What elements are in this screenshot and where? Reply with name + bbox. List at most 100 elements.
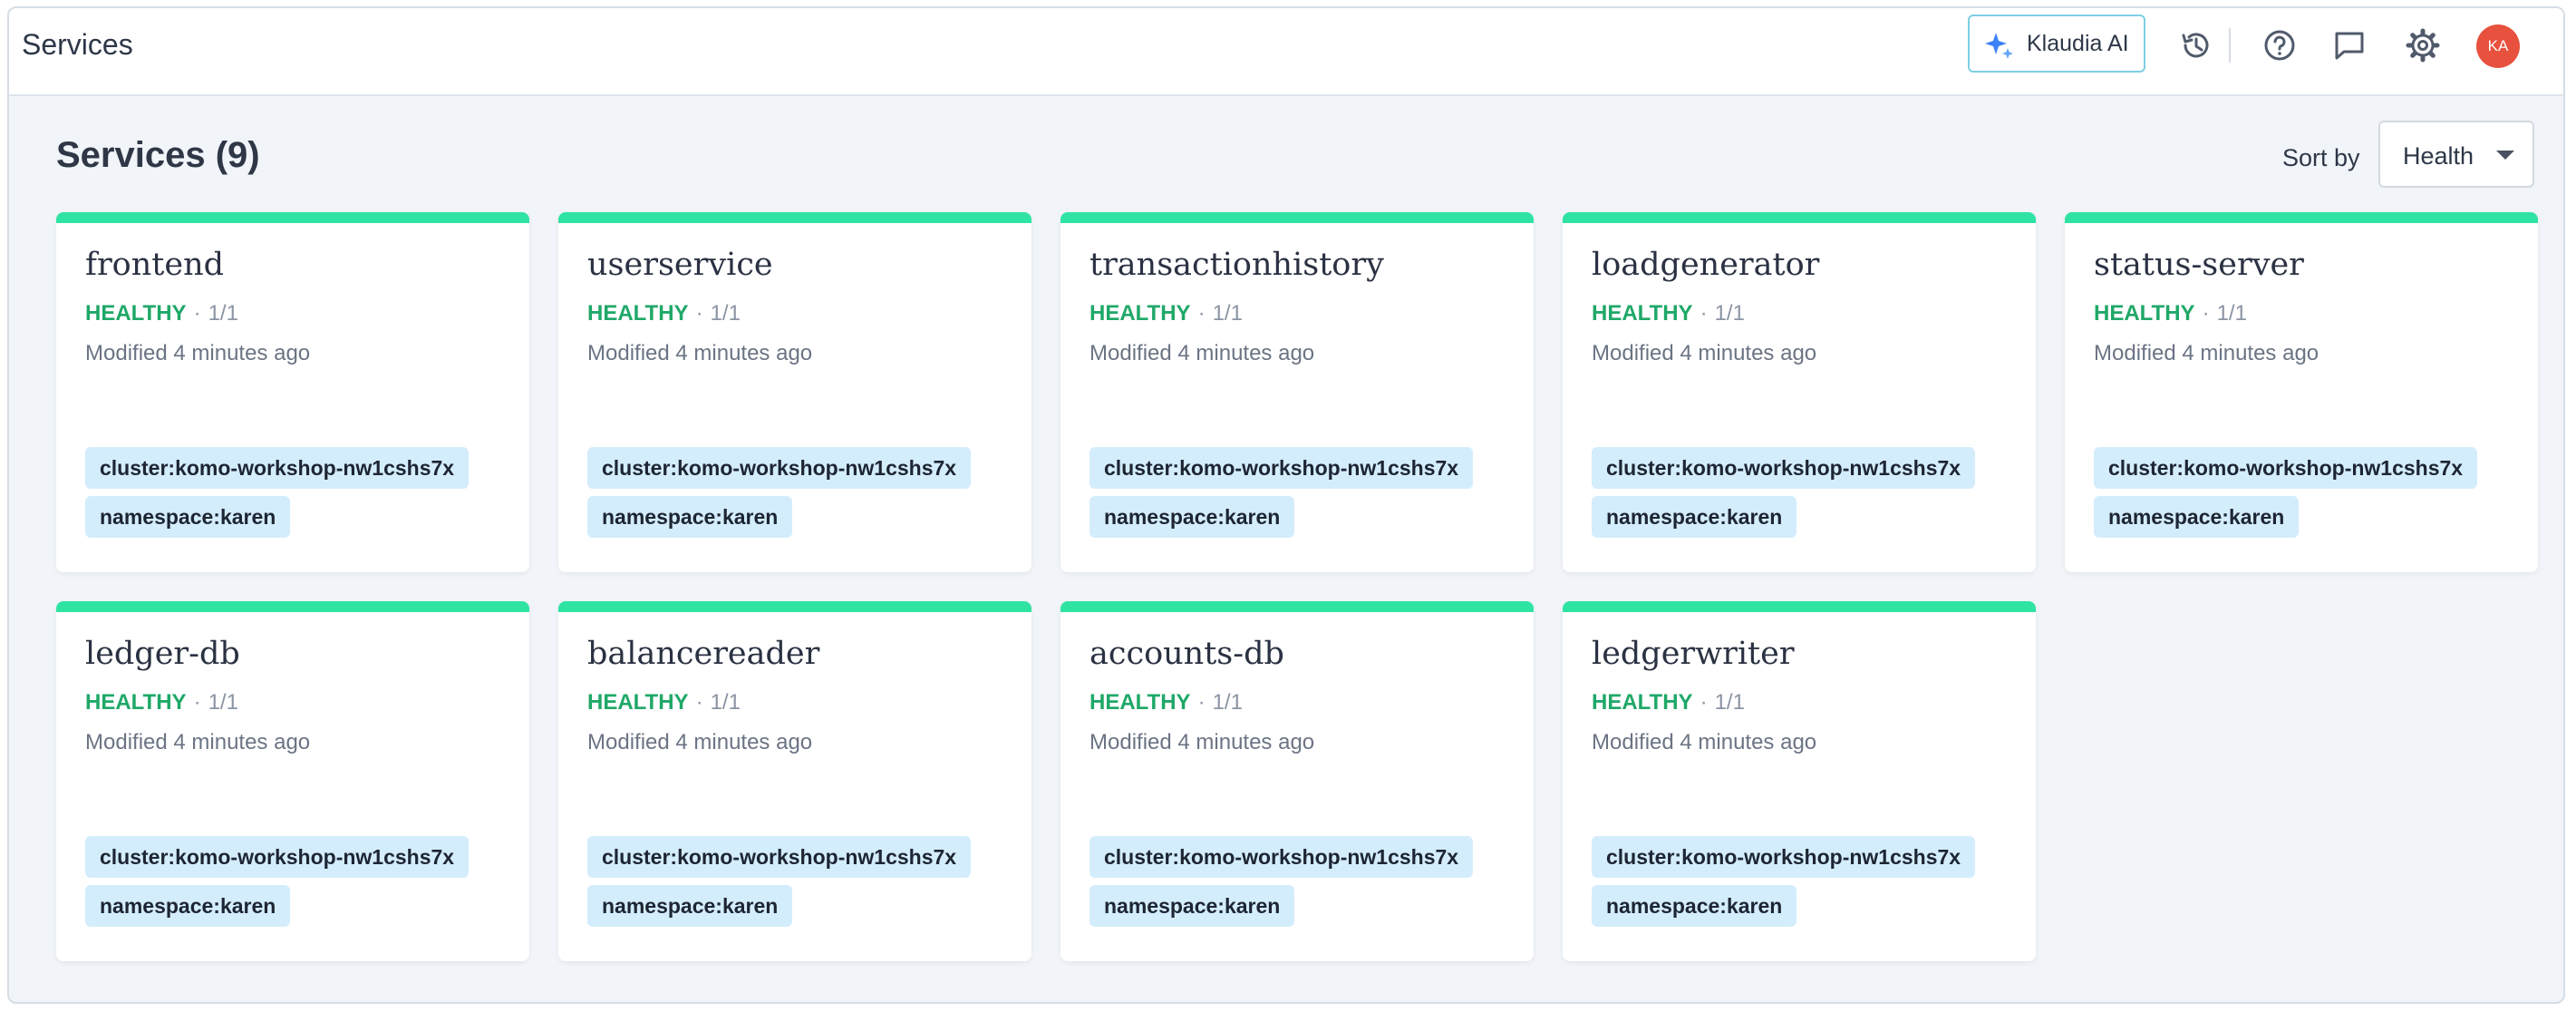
- modified-time: Modified 4 minutes ago: [587, 730, 813, 754]
- separator-dot: ·: [193, 690, 201, 715]
- status-label: HEALTHY: [1089, 301, 1191, 326]
- status-label: HEALTHY: [85, 690, 187, 715]
- status-label: HEALTHY: [85, 301, 187, 326]
- health-bar: [56, 601, 529, 612]
- service-card-loadgenerator[interactable]: loadgenerator HEALTHY · 1/1 Modified 4 min…: [1563, 212, 2036, 572]
- separator-dot: ·: [1197, 690, 1206, 715]
- service-card-accounts-db[interactable]: accounts-db HEALTHY · 1/1 Modified 4 minut…: [1060, 601, 1534, 961]
- service-name: userservice: [587, 247, 773, 283]
- services-heading: Services (9): [56, 135, 260, 175]
- separator-dot: ·: [1197, 301, 1206, 326]
- status-line: HEALTHY · 1/1: [1089, 301, 1243, 326]
- status-line: HEALTHY · 1/1: [2094, 301, 2247, 326]
- namespace-tag[interactable]: namespace:karen: [587, 496, 793, 538]
- namespace-tag[interactable]: namespace:karen: [1089, 496, 1295, 538]
- cluster-tag[interactable]: cluster:komo-workshop-nw1cshs7x: [1089, 447, 1474, 489]
- health-bar: [1060, 212, 1534, 223]
- service-card-balancereader[interactable]: balancereader HEALTHY · 1/1 Modified 4 min…: [558, 601, 1031, 961]
- namespace-tag[interactable]: namespace:karen: [587, 885, 793, 927]
- klaudia-ai-label: Klaudia AI: [2027, 31, 2129, 56]
- replica-count: 1/1: [208, 690, 238, 715]
- cluster-tag[interactable]: cluster:komo-workshop-nw1cshs7x: [587, 836, 972, 878]
- cluster-tag[interactable]: cluster:komo-workshop-nw1cshs7x: [1089, 836, 1474, 878]
- service-name: ledgerwriter: [1592, 636, 1795, 672]
- history-icon[interactable]: [2178, 27, 2214, 63]
- status-line: HEALTHY · 1/1: [85, 301, 238, 326]
- status-label: HEALTHY: [1592, 301, 1693, 326]
- sort-by-select[interactable]: Health: [2378, 121, 2534, 188]
- modified-time: Modified 4 minutes ago: [85, 341, 311, 365]
- cluster-tag[interactable]: cluster:komo-workshop-nw1cshs7x: [2094, 447, 2478, 489]
- cluster-tag[interactable]: cluster:komo-workshop-nw1cshs7x: [85, 447, 470, 489]
- status-label: HEALTHY: [587, 301, 689, 326]
- status-label: HEALTHY: [2094, 301, 2195, 326]
- replica-count: 1/1: [710, 690, 741, 715]
- service-card-frontend[interactable]: frontend HEALTHY · 1/1 Modified 4 minutes …: [56, 212, 529, 572]
- separator-dot: ·: [695, 301, 703, 326]
- service-card-ledger-db[interactable]: ledger-db HEALTHY · 1/1 Modified 4 minutes…: [56, 601, 529, 961]
- status-line: HEALTHY · 1/1: [587, 690, 741, 715]
- service-card-ledgerwriter[interactable]: ledgerwriter HEALTHY · 1/1 Modified 4 minu…: [1563, 601, 2036, 961]
- namespace-tag[interactable]: namespace:karen: [85, 496, 291, 538]
- user-avatar[interactable]: KA: [2476, 24, 2520, 68]
- sparkle-icon: [1985, 33, 2013, 59]
- service-name: transactionhistory: [1089, 247, 1384, 283]
- status-label: HEALTHY: [1592, 690, 1693, 715]
- replica-count: 1/1: [1714, 690, 1745, 715]
- top-bar: Services Klaudia AI KA: [9, 8, 2563, 96]
- modified-time: Modified 4 minutes ago: [2094, 341, 2319, 365]
- namespace-tag[interactable]: namespace:karen: [1592, 496, 1797, 538]
- status-line: HEALTHY · 1/1: [1592, 301, 1745, 326]
- modified-time: Modified 4 minutes ago: [1089, 341, 1315, 365]
- replica-count: 1/1: [208, 301, 238, 326]
- health-bar: [1563, 601, 2036, 612]
- modified-time: Modified 4 minutes ago: [1592, 341, 1817, 365]
- page-title: Services: [22, 28, 133, 61]
- service-card-userservice[interactable]: userservice HEALTHY · 1/1 Modified 4 minut…: [558, 212, 1031, 572]
- service-name: ledger-db: [85, 636, 240, 672]
- status-line: HEALTHY · 1/1: [1592, 690, 1745, 715]
- namespace-tag[interactable]: namespace:karen: [1089, 885, 1295, 927]
- health-bar: [1563, 212, 2036, 223]
- replica-count: 1/1: [710, 301, 741, 326]
- separator-dot: ·: [193, 301, 201, 326]
- modified-time: Modified 4 minutes ago: [1592, 730, 1817, 754]
- help-icon[interactable]: [2261, 27, 2298, 63]
- namespace-tag[interactable]: namespace:karen: [2094, 496, 2300, 538]
- status-label: HEALTHY: [1089, 690, 1191, 715]
- service-name: status-server: [2094, 247, 2304, 283]
- separator-dot: ·: [2202, 301, 2210, 326]
- toolbar-divider: [2229, 28, 2231, 63]
- sort-by-label: Sort by: [2282, 144, 2360, 171]
- status-label: HEALTHY: [587, 690, 689, 715]
- namespace-tag[interactable]: namespace:karen: [1592, 885, 1797, 927]
- service-card-transactionhistory[interactable]: transactionhistory HEALTHY · 1/1 Modified …: [1060, 212, 1534, 572]
- separator-dot: ·: [1700, 301, 1708, 326]
- gear-icon[interactable]: [2405, 27, 2441, 63]
- cluster-tag[interactable]: cluster:komo-workshop-nw1cshs7x: [587, 447, 972, 489]
- replica-count: 1/1: [1212, 301, 1243, 326]
- status-line: HEALTHY · 1/1: [85, 690, 238, 715]
- cluster-tag[interactable]: cluster:komo-workshop-nw1cshs7x: [85, 836, 470, 878]
- namespace-tag[interactable]: namespace:karen: [85, 885, 291, 927]
- app-window: Services Klaudia AI KA Services (9) Sort…: [7, 6, 2565, 1004]
- sort-by-value: Health: [2403, 142, 2474, 170]
- service-name: loadgenerator: [1592, 247, 1820, 283]
- replica-count: 1/1: [2216, 301, 2247, 326]
- chat-icon[interactable]: [2331, 27, 2368, 63]
- modified-time: Modified 4 minutes ago: [587, 341, 813, 365]
- separator-dot: ·: [1700, 690, 1708, 715]
- separator-dot: ·: [695, 690, 703, 715]
- service-card-status-server[interactable]: status-server HEALTHY · 1/1 Modified 4 min…: [2065, 212, 2538, 572]
- service-name: frontend: [85, 247, 225, 283]
- service-name: balancereader: [587, 636, 820, 672]
- service-name: accounts-db: [1089, 636, 1284, 672]
- klaudia-ai-button[interactable]: Klaudia AI: [1968, 15, 2145, 73]
- replica-count: 1/1: [1212, 690, 1243, 715]
- cluster-tag[interactable]: cluster:komo-workshop-nw1cshs7x: [1592, 447, 1976, 489]
- health-bar: [56, 212, 529, 223]
- cluster-tag[interactable]: cluster:komo-workshop-nw1cshs7x: [1592, 836, 1976, 878]
- replica-count: 1/1: [1714, 301, 1745, 326]
- health-bar: [1060, 601, 1534, 612]
- health-bar: [558, 212, 1031, 223]
